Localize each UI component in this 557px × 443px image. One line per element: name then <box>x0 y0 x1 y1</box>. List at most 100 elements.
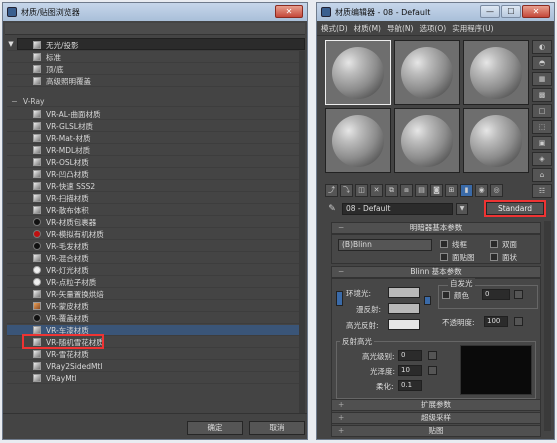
side-tool-icon[interactable]: ▣ <box>532 136 552 150</box>
supersampling-header[interactable]: + 超级采样 <box>331 412 541 424</box>
lock-ambient-diffuse-icon[interactable] <box>336 291 343 306</box>
maps-header[interactable]: + 贴图 <box>331 425 541 437</box>
list-item[interactable]: 高级照明覆盖 <box>7 76 305 87</box>
material-swatch-icon <box>33 206 41 214</box>
toolbar-tool-icon[interactable]: ⧈ <box>400 184 413 197</box>
list-item[interactable]: VR-雪花材质 <box>7 349 305 360</box>
face-map-checkbox[interactable] <box>440 253 448 261</box>
material-swatch-icon <box>33 182 41 190</box>
list-item[interactable]: VR-毛发材质 <box>7 241 305 252</box>
sample-slot[interactable] <box>463 40 529 105</box>
browser-title: 材质/贴图浏览器 <box>21 7 80 17</box>
cancel-button[interactable]: 取消 <box>249 421 305 435</box>
editor-close-button[interactable]: ✕ <box>522 5 550 18</box>
vray-section-header[interactable]: − V-Ray <box>7 96 305 107</box>
toolbar-tool-icon[interactable]: ◉ <box>475 184 488 197</box>
sample-slot[interactable] <box>325 40 391 105</box>
side-tool-icon[interactable]: ◐ <box>532 40 552 54</box>
maximize-button[interactable]: ☐ <box>501 5 521 18</box>
spec-level-map-button[interactable] <box>428 351 437 360</box>
extended-params-header[interactable]: + 扩展参数 <box>331 399 541 411</box>
list-item[interactable]: VR-凹凸材质 <box>7 169 305 180</box>
side-tool-icon[interactable]: ☷ <box>532 184 552 198</box>
toolbar-tool-icon[interactable]: ✕ <box>370 184 383 197</box>
menu-item[interactable]: 导航(N) <box>387 23 413 34</box>
list-item[interactable]: VR-蒙皮材质 <box>7 301 305 312</box>
sample-slot[interactable] <box>325 108 391 173</box>
shader-basic-params-header[interactable]: − 明暗器基本参数 <box>331 222 541 234</box>
gloss-map-button[interactable] <box>428 366 437 375</box>
ambient-color-swatch[interactable] <box>388 287 420 298</box>
name-dropdown-icon[interactable]: ▼ <box>456 203 468 215</box>
list-item[interactable]: VR-点粒子材质 <box>7 277 305 288</box>
spec-level-value[interactable]: 0 <box>398 350 422 361</box>
self-illum-map-button[interactable] <box>514 290 523 299</box>
opacity-map-button[interactable] <box>514 317 523 326</box>
toolbar-tool-icon[interactable]: ⤵ <box>340 184 353 197</box>
browser-close-button[interactable]: ✕ <box>275 5 303 18</box>
list-item[interactable]: 顶/底 <box>7 64 305 75</box>
side-tool-icon[interactable]: ◓ <box>532 56 552 70</box>
eyedropper-icon[interactable]: ✎ <box>325 204 339 214</box>
sample-slot[interactable] <box>463 108 529 173</box>
lock-diffuse-icon[interactable] <box>424 296 431 305</box>
blinn-basic-params-header[interactable]: − Blinn 基本参数 <box>331 266 541 278</box>
menu-item[interactable]: 选项(O) <box>419 23 446 34</box>
wire-checkbox[interactable] <box>440 240 448 248</box>
list-item[interactable]: VRay2SidedMtl <box>7 361 305 372</box>
list-scrollbar[interactable] <box>299 51 305 416</box>
toolbar-tool-icon[interactable]: ◙ <box>430 184 443 197</box>
list-item[interactable]: VR-材质包裹器 <box>7 217 305 228</box>
toolbar-tool-icon[interactable]: ◫ <box>355 184 368 197</box>
list-item[interactable]: VR-矢量置换烘焙 <box>7 289 305 300</box>
shader-select[interactable]: (B)Blinn <box>338 239 432 251</box>
list-item-label: 顶/底 <box>46 64 64 74</box>
specular-color-swatch[interactable] <box>388 319 420 330</box>
two-sided-checkbox[interactable] <box>490 240 498 248</box>
list-item[interactable]: VRayMtl <box>7 373 305 384</box>
list-item[interactable]: VR-Mat-材质 <box>7 133 305 144</box>
self-illum-value[interactable]: 0 <box>482 289 510 300</box>
list-item[interactable]: VR-快速 SSS2 <box>7 181 305 192</box>
list-item[interactable]: VR-AL-曲面材质 <box>7 109 305 120</box>
list-item-label: VR-扫描材质 <box>46 193 89 203</box>
list-item[interactable]: VR-覆盖材质 <box>7 313 305 324</box>
diffuse-color-swatch[interactable] <box>388 303 420 314</box>
editor-scrollbar[interactable] <box>544 221 551 431</box>
toolbar-tool-icon[interactable]: ⧉ <box>385 184 398 197</box>
side-tool-icon[interactable]: ⬚ <box>532 120 552 134</box>
list-item[interactable]: VR-模拟有机材质 <box>7 229 305 240</box>
list-item[interactable]: VR-散布体积 <box>7 205 305 216</box>
side-tool-icon[interactable]: ⌂ <box>532 168 552 182</box>
menu-item[interactable]: 实用程序(U) <box>452 23 493 34</box>
toolbar-tool-icon[interactable]: ◎ <box>490 184 503 197</box>
list-item[interactable]: 标准 <box>7 52 305 63</box>
toolbar-tool-icon[interactable]: ⊞ <box>445 184 458 197</box>
minimize-button[interactable]: — <box>480 5 500 18</box>
menu-item[interactable]: 模式(D) <box>321 23 348 34</box>
sample-slot[interactable] <box>394 108 460 173</box>
list-item[interactable]: VR-混合材质 <box>7 253 305 264</box>
self-illum-color-checkbox[interactable] <box>442 291 450 299</box>
side-tool-icon[interactable]: ▩ <box>532 88 552 102</box>
faceted-checkbox[interactable] <box>490 253 498 261</box>
opacity-value[interactable]: 100 <box>484 316 508 327</box>
list-item[interactable]: VR-MDL材质 <box>7 145 305 156</box>
sample-slot[interactable] <box>394 40 460 105</box>
side-tool-icon[interactable]: ◈ <box>532 152 552 166</box>
material-name-field[interactable]: 08 - Default <box>342 203 453 215</box>
side-tool-icon[interactable]: ▦ <box>532 72 552 86</box>
list-item[interactable]: VR-灯光材质 <box>7 265 305 276</box>
list-item[interactable]: VR-OSL材质 <box>7 157 305 168</box>
toolbar-tool-icon[interactable]: ▤ <box>415 184 428 197</box>
list-item[interactable]: 无光/投影 <box>7 40 305 51</box>
list-item[interactable]: VR-扫描材质 <box>7 193 305 204</box>
toolbar-tool-icon[interactable]: ⤴ <box>325 184 338 197</box>
side-tool-icon[interactable]: □ <box>532 104 552 118</box>
menu-item[interactable]: 材质(M) <box>354 23 381 34</box>
ok-button[interactable]: 确定 <box>187 421 243 435</box>
list-item[interactable]: VR-GLSL材质 <box>7 121 305 132</box>
toolbar-tool-icon[interactable]: ▮ <box>460 184 473 197</box>
gloss-value[interactable]: 10 <box>398 365 422 376</box>
soften-value[interactable]: 0.1 <box>398 380 422 391</box>
